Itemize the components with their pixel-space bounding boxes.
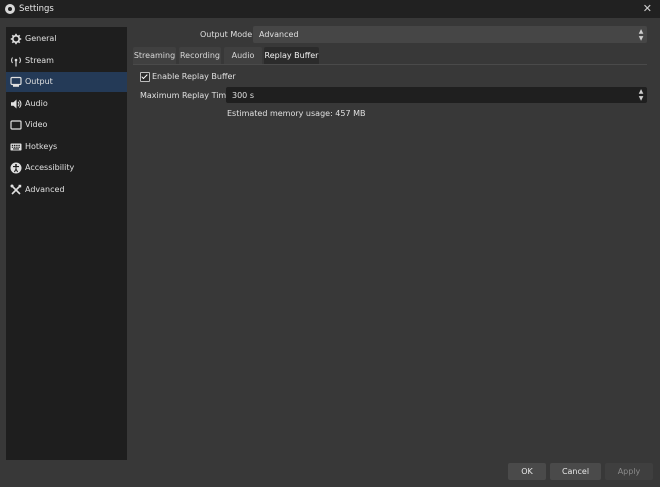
sidebar-item-label: Video <box>25 120 48 129</box>
output-mode-label: Output Mode <box>200 30 253 39</box>
sidebar-item-label: Stream <box>25 56 54 65</box>
sidebar-item-advanced[interactable]: Advanced <box>6 180 127 200</box>
output-icon <box>10 76 22 87</box>
sidebar-item-accessibility[interactable]: Accessibility <box>6 158 127 178</box>
sidebar-item-video[interactable]: Video <box>6 115 127 135</box>
close-icon[interactable]: ✕ <box>643 2 652 15</box>
settings-sidebar: General Stream Output Audio Video Hotkey… <box>6 27 127 460</box>
tab-audio[interactable]: Audio <box>224 47 262 64</box>
sidebar-item-general[interactable]: General <box>6 29 127 49</box>
max-replay-time-spinbox[interactable]: 300 s ▲ ▼ <box>226 87 647 103</box>
window-title: Settings <box>19 4 54 14</box>
sidebar-item-label: Audio <box>25 99 48 108</box>
sidebar-item-label: General <box>25 34 57 43</box>
tools-icon <box>10 184 22 195</box>
sidebar-item-label: Hotkeys <box>25 142 58 151</box>
tab-divider <box>133 64 647 65</box>
output-mode-select[interactable]: Advanced ▲ ▼ <box>253 26 647 43</box>
cancel-button[interactable]: Cancel <box>550 463 601 480</box>
gear-icon <box>10 33 22 45</box>
max-replay-time-label: Maximum Replay Time <box>140 91 232 100</box>
monitor-icon <box>10 120 22 130</box>
enable-replay-buffer-label[interactable]: Enable Replay Buffer <box>152 72 236 81</box>
app-logo-icon <box>5 4 15 14</box>
enable-replay-buffer-checkbox[interactable] <box>140 72 150 82</box>
ok-button[interactable]: OK <box>508 463 546 480</box>
accessibility-icon <box>10 162 22 174</box>
tab-recording[interactable]: Recording <box>179 47 221 64</box>
tab-streaming[interactable]: Streaming <box>133 47 176 64</box>
sidebar-item-label: Accessibility <box>25 163 75 172</box>
spin-arrows-icon[interactable]: ▲ ▼ <box>635 87 647 103</box>
sidebar-item-stream[interactable]: Stream <box>6 51 127 71</box>
dropdown-arrows-icon[interactable]: ▲ ▼ <box>635 26 647 43</box>
sidebar-item-label: Advanced <box>25 185 65 194</box>
estimated-memory-usage: Estimated memory usage: 457 MB <box>227 109 366 118</box>
sidebar-item-output[interactable]: Output <box>6 72 127 92</box>
output-mode-value: Advanced <box>259 30 299 39</box>
title-bar: Settings ✕ <box>0 0 660 18</box>
keyboard-icon <box>10 143 22 151</box>
tab-replay-buffer[interactable]: Replay Buffer <box>264 47 319 64</box>
max-replay-time-value: 300 s <box>232 91 254 100</box>
sidebar-item-hotkeys[interactable]: Hotkeys <box>6 137 127 157</box>
sidebar-item-label: Output <box>25 77 53 86</box>
sidebar-item-audio[interactable]: Audio <box>6 94 127 114</box>
apply-button[interactable]: Apply <box>605 463 653 480</box>
antenna-icon <box>11 57 21 67</box>
speaker-icon <box>11 99 22 109</box>
